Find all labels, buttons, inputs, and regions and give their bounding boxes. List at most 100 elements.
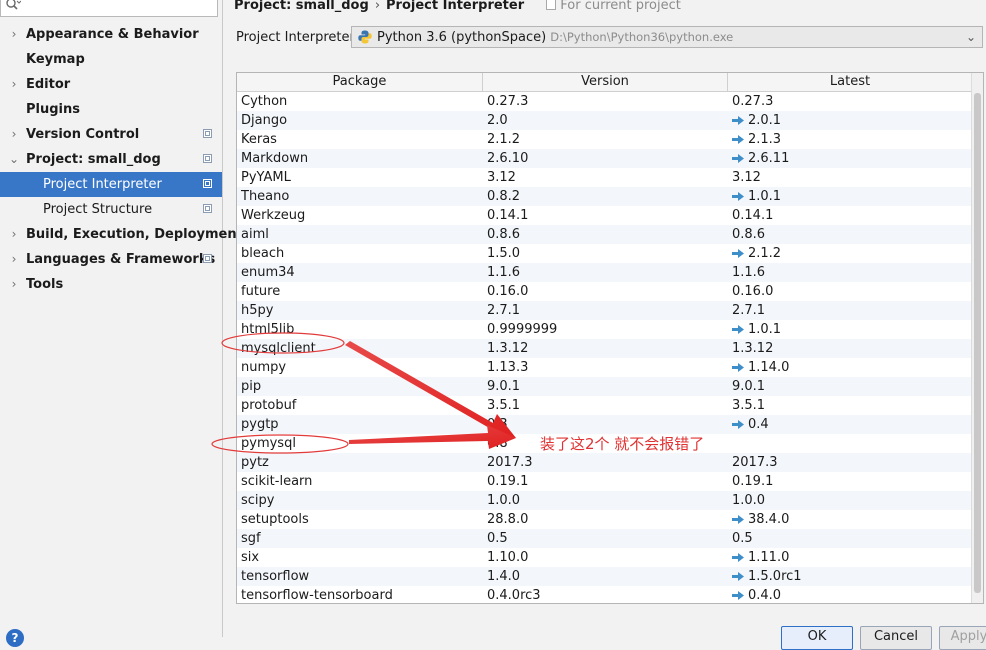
sidebar-item-build-execution-deployment[interactable]: › Build, Execution, Deployment [0, 222, 243, 247]
package-name: PyYAML [241, 170, 291, 185]
table-row[interactable]: numpy 1.13.3 1.14.0 [237, 358, 973, 377]
table-row[interactable]: setuptools 28.8.0 38.4.0 [237, 510, 973, 529]
package-name: scikit-learn [241, 474, 313, 489]
table-row[interactable]: Django 2.0 2.0.1 [237, 111, 973, 130]
sidebar-item-languages-frameworks[interactable]: › Languages & Frameworks [0, 247, 222, 272]
package-name: protobuf [241, 398, 297, 413]
project-interpreter-select[interactable]: Python 3.6 (pythonSpace) D:\Python\Python… [351, 26, 983, 48]
upgrade-arrow-icon[interactable] [732, 188, 744, 201]
chevron-right-icon[interactable]: › [9, 72, 19, 97]
table-row[interactable]: Theano 0.8.2 1.0.1 [237, 187, 973, 206]
upgrade-arrow-icon[interactable] [732, 549, 744, 562]
upgrade-arrow-icon[interactable] [732, 568, 744, 581]
upgrade-arrow-icon[interactable] [732, 359, 744, 372]
table-row[interactable]: Markdown 2.6.10 2.6.11 [237, 149, 973, 168]
upgrade-arrow-icon[interactable] [732, 245, 744, 258]
search-icon [5, 0, 22, 15]
table-row[interactable]: six 1.10.0 1.11.0 [237, 548, 973, 567]
column-header-version[interactable]: Version [483, 73, 728, 91]
sidebar-item-project-interpreter[interactable]: Project Interpreter [0, 172, 222, 197]
table-row[interactable]: Werkzeug 0.14.1 0.14.1 [237, 206, 973, 225]
package-version: 1.3.12 [487, 341, 529, 356]
apply-button[interactable]: Apply [939, 626, 986, 650]
upgrade-arrow-icon[interactable] [732, 321, 744, 334]
package-latest-value: 1.5.0rc1 [748, 569, 802, 584]
help-icon[interactable]: ? [6, 629, 24, 647]
package-version: 1.5.0 [487, 246, 521, 261]
package-latest: 2.6.11 [732, 149, 789, 168]
upgrade-arrow-icon[interactable] [732, 131, 744, 144]
package-version: 0.3 [487, 417, 508, 432]
table-row[interactable]: tensorflow 1.4.0 1.5.0rc1 [237, 567, 973, 586]
table-row[interactable]: aiml 0.8.6 0.8.6 [237, 225, 973, 244]
table-row[interactable]: future 0.16.0 0.16.0 [237, 282, 973, 301]
table-row[interactable]: pytz 2017.3 2017.3 [237, 453, 973, 472]
sidebar-item-tools[interactable]: › Tools [0, 272, 222, 297]
table-row[interactable]: sgf 0.5 0.5 [237, 529, 973, 548]
breadcrumb: Project: small_dog › Project Interpreter F… [234, 0, 681, 16]
package-latest: 1.3.12 [732, 339, 773, 358]
ok-button[interactable]: OK [781, 626, 853, 650]
table-row[interactable]: protobuf 3.5.1 3.5.1 [237, 396, 973, 415]
sidebar-item-editor[interactable]: › Editor [0, 72, 222, 97]
table-row[interactable]: html5lib 0.9999999 1.0.1 [237, 320, 973, 339]
chevron-right-icon[interactable]: › [9, 272, 19, 297]
sidebar-item-label: Project: small_dog [26, 152, 161, 167]
table-row[interactable]: Keras 2.1.2 2.1.3 [237, 130, 973, 149]
table-row[interactable]: tensorflow-tensorboard 0.4.0rc3 0.4.0 [237, 586, 973, 603]
package-version: 9.0.1 [487, 379, 521, 394]
sidebar-item-version-control[interactable]: › Version Control [0, 122, 222, 147]
chevron-down-icon[interactable]: ⌄ [966, 27, 976, 47]
sidebar-item-appearance-behavior[interactable]: › Appearance & Behavior [0, 22, 222, 47]
table-row[interactable]: h5py 2.7.1 2.7.1 [237, 301, 973, 320]
table-row[interactable]: pip 9.0.1 9.0.1 [237, 377, 973, 396]
project-config-icon [203, 129, 212, 138]
table-row[interactable]: scikit-learn 0.19.1 0.19.1 [237, 472, 973, 491]
cancel-button[interactable]: Cancel [860, 626, 932, 650]
table-row[interactable]: Cython 0.27.3 0.27.3 [237, 92, 973, 111]
chevron-right-icon[interactable]: › [9, 222, 19, 247]
document-icon [546, 0, 557, 10]
package-latest-value: 0.4 [748, 417, 769, 432]
sidebar-item-label: Version Control [26, 127, 140, 142]
scrollbar-thumb[interactable] [974, 93, 981, 593]
breadcrumb-separator: › [374, 0, 381, 13]
upgrade-arrow-icon[interactable] [732, 416, 744, 429]
package-version: 0.4.0rc3 [487, 588, 541, 603]
chevron-down-icon[interactable]: ⌄ [9, 147, 19, 172]
sidebar-item-plugins[interactable]: Plugins [0, 97, 222, 122]
package-name: Django [241, 113, 288, 128]
upgrade-arrow-icon[interactable] [732, 150, 744, 163]
package-name: scipy [241, 493, 275, 508]
package-latest-value: 0.5 [732, 531, 753, 546]
package-version: 2.6.10 [487, 151, 529, 166]
package-latest-value: 1.0.0 [732, 493, 766, 508]
column-header-package[interactable]: Package [237, 73, 483, 91]
vertical-scrollbar[interactable] [971, 73, 983, 603]
package-latest: 38.4.0 [732, 510, 789, 529]
upgrade-arrow-icon[interactable] [732, 511, 744, 524]
table-row[interactable]: mysqlclient 1.3.12 1.3.12 [237, 339, 973, 358]
chevron-right-icon[interactable]: › [9, 122, 19, 147]
upgrade-arrow-icon[interactable] [732, 587, 744, 600]
sidebar-item-keymap[interactable]: Keymap [0, 47, 222, 72]
breadcrumb-project[interactable]: Project: small_dog [234, 0, 369, 13]
column-header-latest[interactable]: Latest [728, 73, 973, 91]
table-row[interactable]: bleach 1.5.0 2.1.2 [237, 244, 973, 263]
table-row[interactable]: scipy 1.0.0 1.0.0 [237, 491, 973, 510]
settings-search-input[interactable] [0, 0, 218, 17]
table-row[interactable]: pymysql 0.8 [237, 434, 973, 453]
table-row[interactable]: pygtp 0.3 0.4 [237, 415, 973, 434]
table-row[interactable]: enum34 1.1.6 1.1.6 [237, 263, 973, 282]
upgrade-arrow-icon[interactable] [732, 112, 744, 125]
chevron-right-icon[interactable]: › [9, 247, 19, 272]
package-latest-value: 1.11.0 [748, 550, 790, 565]
table-row[interactable]: PyYAML 3.12 3.12 [237, 168, 973, 187]
sidebar-item-project-small-dog[interactable]: ⌄ Project: small_dog [0, 147, 222, 172]
package-latest: 0.5 [732, 529, 753, 548]
chevron-right-icon[interactable]: › [9, 22, 19, 47]
sidebar-item-label: Build, Execution, Deployment [26, 227, 243, 242]
package-latest-value: 1.0.1 [748, 322, 782, 337]
sidebar-item-project-structure[interactable]: Project Structure [0, 197, 222, 222]
sidebar-item-label: Project Structure [43, 202, 153, 217]
